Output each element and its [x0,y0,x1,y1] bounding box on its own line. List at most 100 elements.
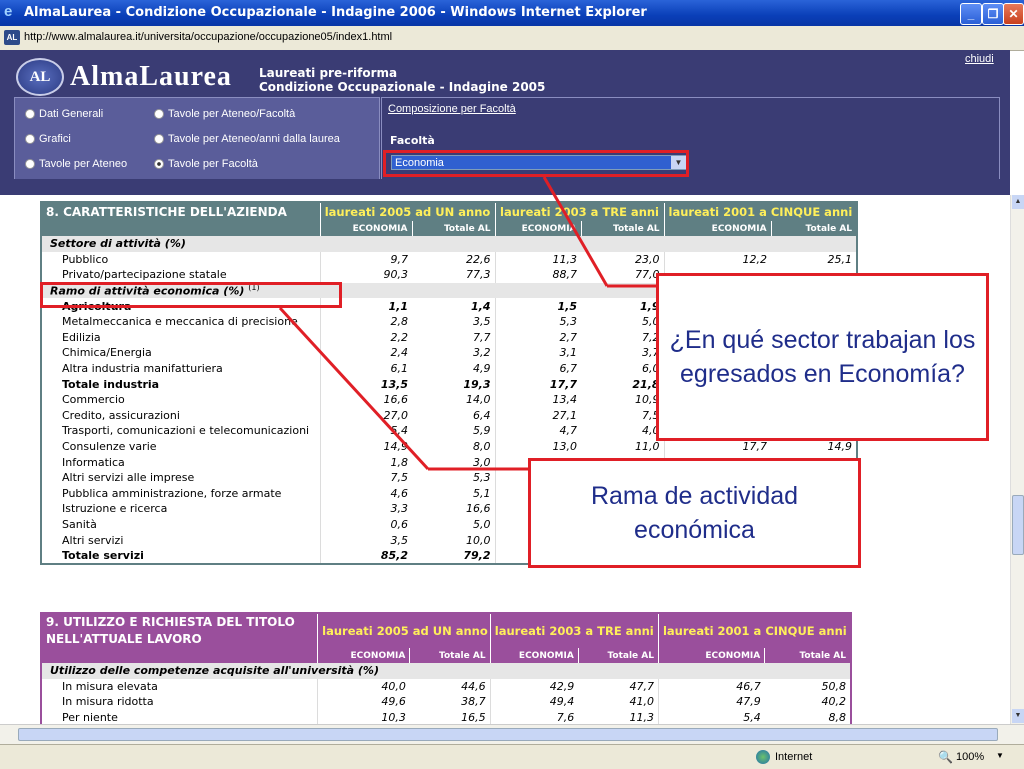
table-row: Pubblico 9,7 22,6 11,3 23,0 12,2 25,1 [41,251,857,268]
data-cell: 14,9 [319,438,412,455]
close-link[interactable]: chiudi [965,53,994,65]
data-cell: 3,7 [642,346,660,360]
status-bar: Internet 🔍 100% ▼ [0,744,1024,769]
data-cell: 5,4 [319,423,412,439]
zoom-dropdown-icon[interactable]: ▼ [996,751,1004,760]
header-subtitle-1: Laureati pre-riforma [259,66,398,80]
zoom-level[interactable]: 100% [956,751,984,763]
data-cell: 10,9 [635,393,660,407]
data-cell: 17,7 [494,376,582,392]
subheader-cell: Totale AL [577,648,659,663]
row-label: Chimica/Energia [62,346,152,360]
data-cell: 12,2 [663,251,772,268]
data-cell: 40,2 [821,695,847,709]
zoom-icon: 🔍 [938,750,953,764]
radio-dati-generali[interactable]: Dati Generali [25,108,103,120]
row-label: Consulenze varie [62,440,157,454]
table-row: Settore di attività (%) [41,236,858,252]
data-cell: 4,9 [473,362,491,376]
data-cell: 14,0 [466,393,491,407]
row-label: Privato/partecipazione statale [62,268,227,282]
radio-tavole-ateneo[interactable]: Tavole per Ateneo [25,158,127,170]
data-cell: 88,7 [494,267,582,283]
data-cell: 40,0 [317,678,410,695]
radio-tavole-ateneo-facolta[interactable]: Tavole per Ateneo/Facoltà [154,108,295,120]
faculty-highlight-box [383,150,689,177]
almalaurea-logo[interactable]: AL AlmaLaurea [16,56,256,96]
data-cell: 1,5 [494,298,582,314]
data-cell: 4,7 [494,423,582,439]
radio-icon [25,159,35,169]
scroll-up-icon[interactable]: ▲ [1012,195,1024,209]
row-label: Pubblico [62,252,109,266]
window-title-bar[interactable]: e AlmaLaurea - Condizione Occupazionale … [0,0,1024,26]
subheader-cell: ECONOMIA [489,648,579,663]
data-cell: 5,0 [642,315,660,329]
data-cell: 25,1 [827,252,853,266]
row-label: Istruzione e ricerca [62,502,168,516]
hscroll-thumb[interactable] [18,728,998,741]
header-bottom-strip [0,179,1010,195]
data-cell: 11,3 [494,251,582,268]
scroll-thumb[interactable] [1012,495,1024,555]
subheader-cell: Totale AL [764,648,851,663]
data-cell: 16,6 [466,502,491,516]
data-cell: 13,5 [319,376,412,392]
restore-button[interactable]: ❐ [982,3,1004,25]
composition-link[interactable]: Composizione per Facoltà [388,103,516,115]
data-cell: 3,5 [319,532,412,548]
logo-text: AlmaLaurea [70,61,232,92]
subheader-cell: ECONOMIA [317,648,410,663]
data-cell: 4,6 [319,485,412,502]
data-cell: 10,0 [466,533,491,547]
subheader-cell: ECONOMIA [319,221,412,236]
data-cell: 21,8 [632,377,660,391]
data-cell: 41,0 [629,695,654,709]
subheader-cell: Totale AL [580,221,665,236]
data-cell: 44,6 [461,679,486,693]
data-cell: 7,2 [642,330,660,344]
data-cell: 90,3 [319,267,412,283]
close-window-button[interactable]: ✕ [1003,3,1024,25]
data-cell: 5,3 [473,471,491,485]
row-label: Altri servizi [62,533,124,547]
data-cell: 2,7 [494,329,582,346]
row-label: Sanità [62,517,97,531]
data-cell: 7,5 [642,408,660,422]
data-cell: 1,9 [640,299,660,313]
radio-selected-icon [154,159,164,169]
group-header: laureati 2005 ad UN anno [317,613,491,648]
row-label: Edilizia [62,330,101,344]
radio-tavole-ateneo-anni[interactable]: Tavole per Ateneo/anni dalla laurea [154,133,340,145]
globe-icon [756,750,770,764]
data-cell: 22,6 [466,252,491,266]
row-label: Totale servizi [62,549,144,563]
data-cell: 77,0 [635,268,660,282]
data-cell: 77,3 [466,268,491,282]
radio-grafici[interactable]: Grafici [25,133,71,145]
data-cell: 50,8 [821,679,847,693]
nav-options-box: Dati Generali Tavole per Ateneo/Facoltà … [14,97,380,181]
data-cell: 79,2 [463,549,491,563]
data-cell: 5,0 [473,517,491,531]
data-cell: 2,8 [319,313,412,330]
group-header: laureati 2003 a TRE anni [494,202,665,221]
subheader-cell: Totale AL [770,221,858,236]
data-cell: 0,6 [319,516,412,533]
address-bar[interactable]: AL http://www.almalaurea.it/universita/o… [0,26,1024,51]
scroll-down-icon[interactable]: ▼ [1012,709,1024,723]
data-cell: 3,1 [494,345,582,361]
subheader-cell: ECONOMIA [494,221,582,236]
table-row: Utilizzo delle competenze acquisite all'… [41,663,851,679]
data-cell: 1,8 [319,454,412,470]
data-cell: 5,1 [473,486,491,500]
row-label: In misura ridotta [62,695,154,709]
group-header: laureati 2003 a TRE anni [489,613,659,648]
vertical-scrollbar[interactable]: ▲ ▼ [1010,195,1024,724]
radio-tavole-facolta[interactable]: Tavole per Facoltà [154,158,258,170]
url-text[interactable]: http://www.almalaurea.it/universita/occu… [24,31,392,43]
data-cell: 8,0 [473,440,491,454]
horizontal-scrollbar[interactable] [0,724,1024,745]
minimize-button[interactable]: _ [960,3,982,25]
site-favicon-icon: AL [4,30,20,45]
